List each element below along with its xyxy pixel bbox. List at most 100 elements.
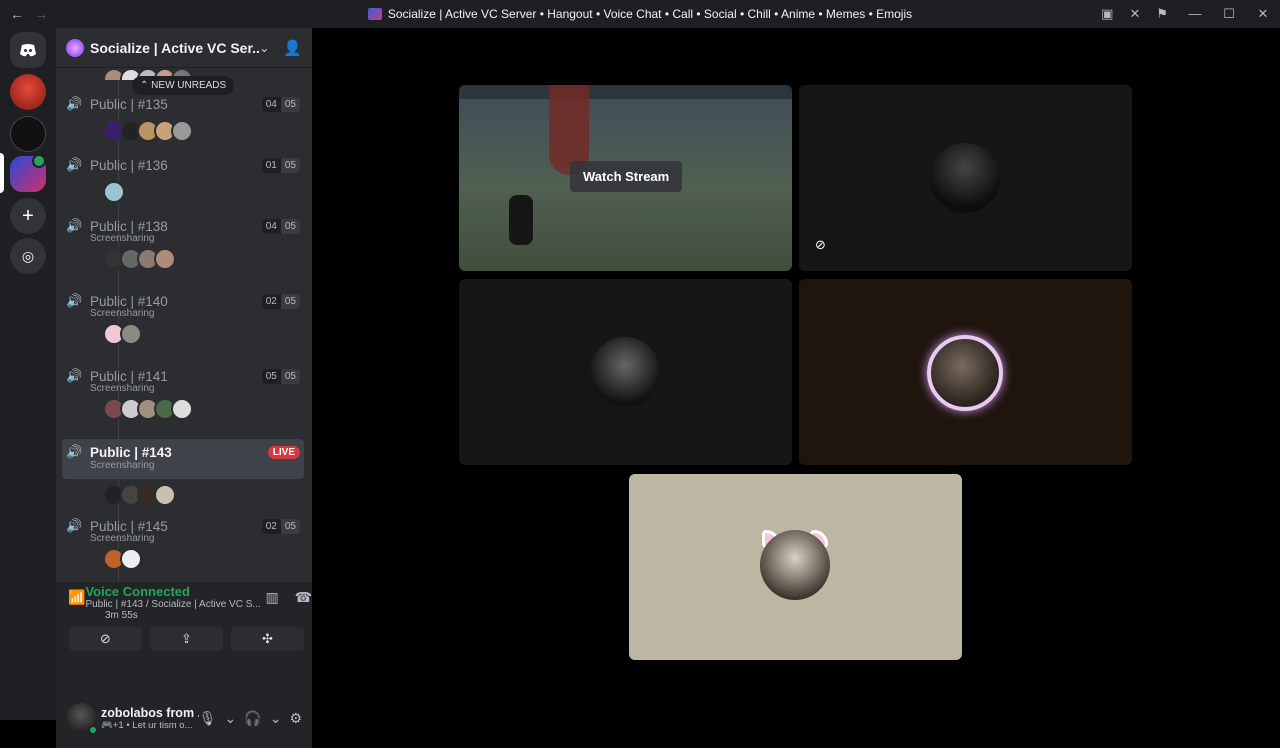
nav-buttons: ← → [0, 6, 60, 22]
user-count: 02 05 [261, 518, 300, 534]
channel-avatars-row [62, 480, 304, 506]
online-status-icon [88, 725, 98, 735]
forward-arrow-icon[interactable]: → [34, 6, 48, 22]
user-count: 02 05 [261, 293, 300, 309]
channel-name: Public | #140 [90, 293, 168, 309]
user-count: 04 05 [261, 218, 300, 234]
share-screen-button[interactable]: ⇪ [150, 627, 223, 651]
title-bar: ← → Socialize | Active VC Server • Hango… [0, 0, 1280, 28]
speaker-icon: 🔊 [66, 293, 83, 308]
speaker-icon: 🔊 [66, 218, 83, 233]
voice-badge-icon [32, 154, 46, 168]
avatar[interactable] [66, 703, 98, 735]
chevron-down-icon[interactable]: ⌄ [259, 41, 269, 55]
server-header[interactable]: Socialize | Active VC Ser... ⌄ 👤 [56, 28, 312, 68]
invite-people-icon[interactable]: 👤 [283, 39, 302, 57]
participant-tile[interactable] [459, 279, 792, 465]
speaker-icon: 🔊 [66, 157, 83, 172]
speaker-icon: 🔊 [66, 444, 83, 459]
stream-tile[interactable]: Watch Stream [459, 85, 792, 271]
participant-tile[interactable]: ⊘ [799, 85, 1132, 271]
voice-channel[interactable]: 🔊 Public | #135 04 05 [62, 92, 304, 142]
help-icon[interactable]: ⚑ [1156, 6, 1168, 22]
chevron-down-icon[interactable]: ⌄ [270, 710, 282, 727]
server-icon-dark[interactable] [10, 116, 46, 152]
channel-avatars [62, 120, 304, 142]
participant-avatar-speaking [927, 335, 1003, 411]
channel-activity: Screensharing [90, 460, 155, 471]
speaker-icon: 🔊 [66, 96, 83, 111]
voice-channel[interactable]: 🔊 Public | #136 01 05 [62, 153, 304, 203]
user-count: 04 05 [261, 96, 300, 112]
live-badge: LIVE [267, 445, 300, 459]
participant-tile[interactable] [799, 279, 1132, 465]
inbox-icon[interactable]: ▣ [1101, 6, 1113, 22]
camera-off-button[interactable]: ⊘ [69, 627, 142, 651]
channel-list: ⌃ NEW UNREADS 🔊 Public | #135 04 05 🔊 Public… [56, 68, 312, 582]
voice-duration: 3m 55s [105, 610, 138, 621]
voice-connection-panel: 📶 Voice Connected Public | #143 / Social… [56, 582, 312, 688]
user-count: 01 05 [261, 157, 300, 173]
signal-icon[interactable]: 📶 [64, 589, 85, 606]
channel-avatars [62, 248, 304, 270]
voice-channel-path[interactable]: Public | #143 / Socialize | Active VC S.… [85, 599, 265, 610]
discord-home-icon[interactable] [10, 32, 46, 68]
window-controls: — ☐ ✕ [1178, 6, 1280, 22]
server-icon-red[interactable] [10, 74, 46, 110]
new-unreads-pill[interactable]: ⌃ NEW UNREADS [132, 76, 235, 95]
channel-name: Public | #136 [90, 157, 168, 173]
microphone-icon[interactable]: 🎙 [199, 710, 217, 727]
speaker-icon: 🔊 [66, 368, 83, 383]
channel-activity: Screensharing [90, 308, 155, 319]
voice-channel[interactable]: 🔊 Public | #145 02 05 Screensharing [62, 514, 304, 570]
headphones-icon[interactable]: 🎧 [244, 710, 261, 727]
channel-name: Public | #141 [90, 368, 168, 384]
participant-avatar [590, 337, 660, 407]
channel-avatars [62, 484, 304, 506]
channel-name: Public | #143 [90, 444, 172, 460]
channel-avatars [62, 548, 304, 570]
voice-channel-selected[interactable]: 🔊 Public | #143 LIVE Screensharing [62, 439, 304, 479]
participant-avatar [930, 143, 1000, 213]
watch-stream-button[interactable]: Watch Stream [570, 161, 683, 192]
speaker-icon: 🔊 [66, 518, 83, 533]
participant-avatar [760, 530, 830, 600]
channel-name: Public | #138 [90, 218, 168, 234]
stream-hidden-icon[interactable]: ⊘ [815, 237, 826, 253]
custom-status: 🎮+1 • Let ur tism o... [101, 719, 193, 731]
channel-activity: Screensharing [90, 233, 155, 244]
channel-avatars [62, 323, 304, 345]
tools-icon[interactable]: ✕ [1129, 6, 1140, 22]
activities-button[interactable]: ✣ [231, 627, 304, 651]
participant-tile[interactable] [629, 474, 962, 660]
server-name: Socialize | Active VC Ser... [90, 39, 260, 56]
disconnect-icon[interactable]: ☎ [295, 589, 312, 606]
user-panel: zobolabos from ... 🎮+1 • Let ur tism o..… [56, 688, 312, 748]
channel-activity: Screensharing [90, 533, 155, 544]
voice-channel[interactable]: 🔊 Public | #141 05 05 Screensharing [62, 364, 304, 420]
chevron-down-icon[interactable]: ⌄ [225, 710, 237, 727]
new-unreads-label: NEW UNREADS [151, 80, 227, 91]
voice-channel[interactable]: 🔊 Public | #138 04 05 Screensharing [62, 214, 304, 270]
user-info[interactable]: zobolabos from ... 🎮+1 • Let ur tism o..… [101, 706, 199, 731]
channel-name: Public | #145 [90, 518, 168, 534]
explore-icon[interactable]: ◎ [10, 238, 46, 274]
server-small-icon [367, 8, 382, 20]
noise-suppression-icon[interactable]: ▥ [265, 589, 278, 606]
channel-avatars [62, 181, 304, 203]
server-list: + ◎ [0, 28, 56, 720]
minimize-icon[interactable]: — [1178, 6, 1212, 22]
title-tools: ▣ ✕ ⚑ [1101, 6, 1168, 22]
maximize-icon[interactable]: ☐ [1212, 6, 1246, 22]
back-arrow-icon[interactable]: ← [10, 6, 24, 22]
close-icon[interactable]: ✕ [1246, 6, 1280, 22]
voice-stage: Watch Stream ⊘ [312, 28, 1280, 720]
channel-sidebar: Socialize | Active VC Ser... ⌄ 👤 ⌃ NEW U… [56, 28, 312, 748]
user-count: 05 05 [261, 368, 300, 384]
gear-icon[interactable]: ⚙ [289, 710, 302, 727]
voice-channel[interactable]: 🔊 Public | #140 02 05 Screensharing [62, 289, 304, 345]
add-server-icon[interactable]: + [10, 198, 46, 234]
voice-status[interactable]: Voice Connected [85, 584, 265, 599]
window-title: Socialize | Active VC Server • Hangout •… [0, 7, 1280, 21]
channel-avatars [62, 398, 304, 420]
